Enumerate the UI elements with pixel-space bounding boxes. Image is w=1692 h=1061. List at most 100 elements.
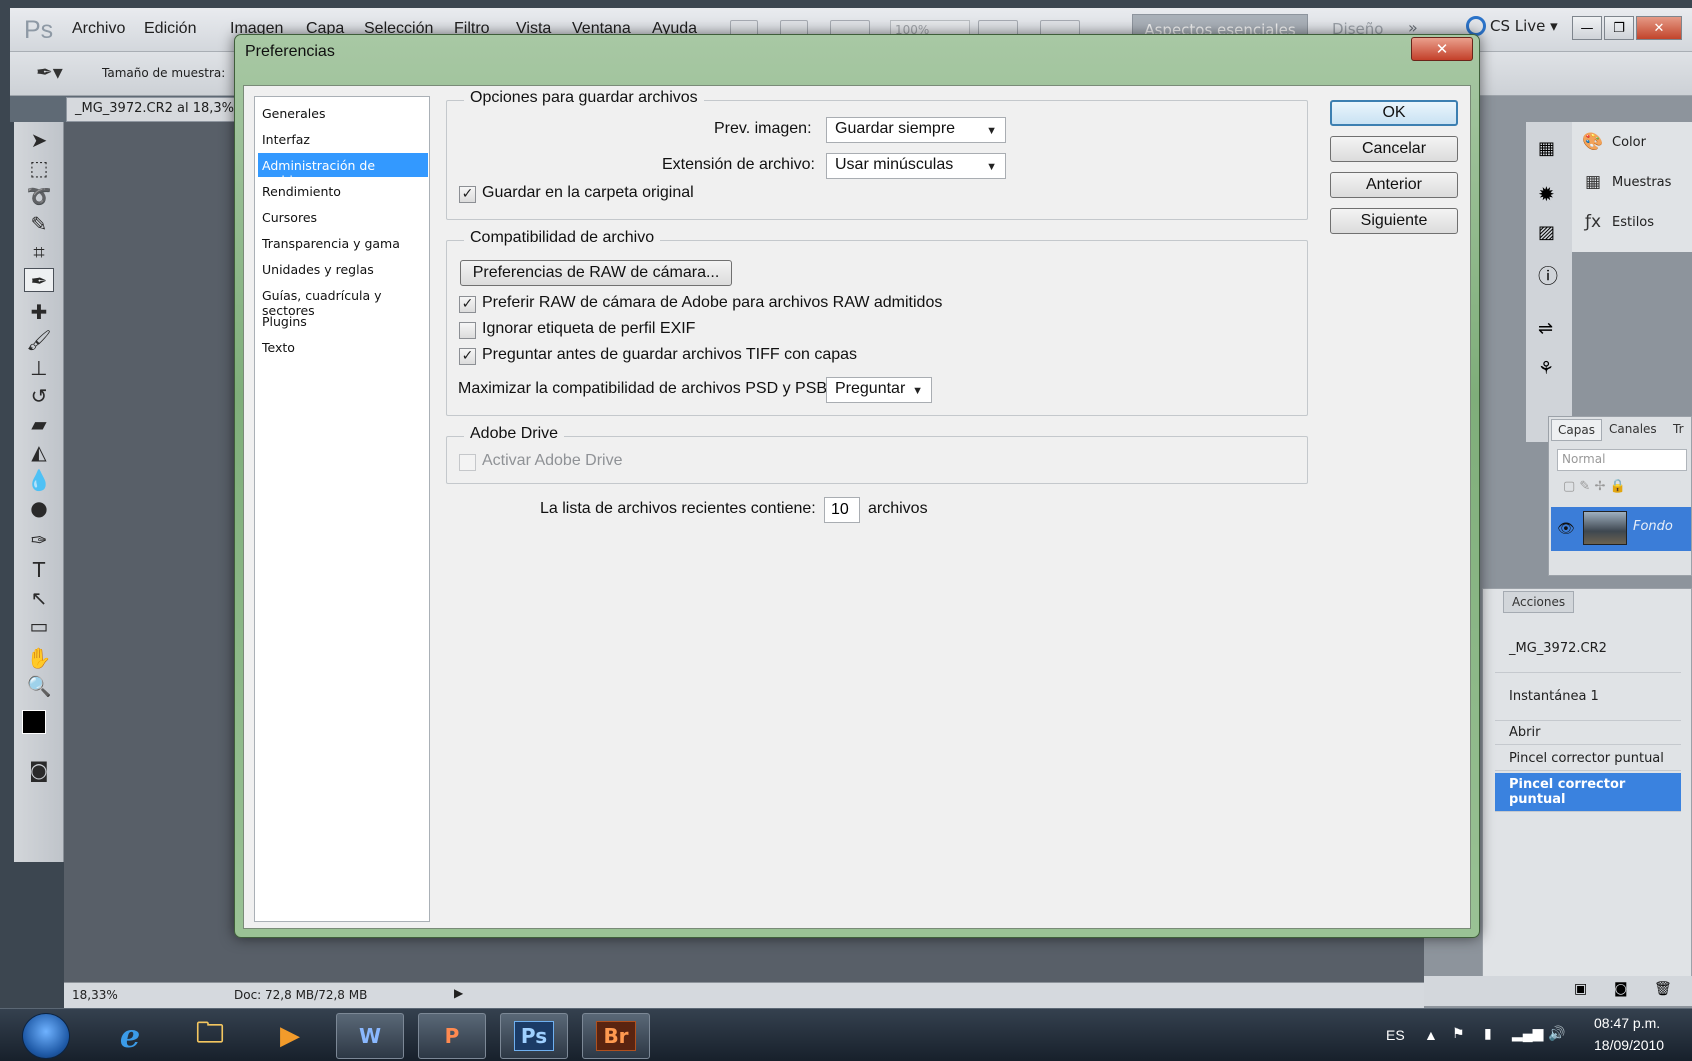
ignore-exif-checkbox[interactable] [459,322,476,339]
document-tab[interactable]: _MG_3972.CR2 al 18,3% [66,97,242,122]
type-tool-icon[interactable]: T [24,558,54,582]
file-explorer-icon[interactable]: 🗀 [176,1013,244,1059]
paint-bucket-tool-icon[interactable]: ◭ [24,440,54,464]
marquee-tool-icon[interactable]: ⬚ [24,156,54,180]
save-original-folder-label[interactable]: Guardar en la carpeta original [482,184,694,202]
styles-panel-item[interactable]: ƒx Estilos [1582,212,1654,232]
status-menu-arrow-icon[interactable]: ▶ [454,986,463,1000]
eyedropper-tool-preset-icon[interactable]: ✒▾ [36,60,63,84]
cs-live-menu[interactable]: CS Live ▾ [1466,16,1558,36]
tab-acciones[interactable]: Acciones [1503,591,1575,613]
category-interfaz[interactable]: Interfaz [258,127,428,151]
close-window-icon[interactable]: ✕ [1636,16,1682,40]
lock-icons[interactable]: ▢ ✎ ✢ 🔒 [1563,479,1626,494]
clone-source-panel-icon[interactable]: ⚘ [1538,358,1554,379]
media-player-icon[interactable]: ▶ [256,1013,324,1059]
pen-tool-icon[interactable]: ✑ [24,528,54,552]
foreground-color-swatch[interactable] [22,710,46,734]
dodge-tool-icon[interactable]: ● [24,496,54,520]
ignore-exif-label[interactable]: Ignorar etiqueta de perfil EXIF [482,320,695,338]
prefer-adobe-raw-label[interactable]: Preferir RAW de cámara de Adobe para arc… [482,294,942,312]
restore-icon[interactable]: ❐ [1604,16,1634,40]
new-document-from-state-icon[interactable]: ▣ [1574,981,1587,997]
history-brush-tool-icon[interactable]: ↺ [24,384,54,408]
network-signal-icon[interactable]: ▂▄▆ [1512,1025,1543,1042]
enable-adobe-drive-checkbox[interactable] [459,454,476,471]
category-rendimiento[interactable]: Rendimiento [258,179,428,203]
category-administracion-archivos[interactable]: Administración de archivos [258,153,428,188]
show-hidden-icons[interactable]: ▲ [1424,1027,1438,1043]
history-step[interactable]: Pincel corrector puntual [1495,747,1681,771]
language-indicator[interactable]: ES [1386,1027,1405,1043]
navigator-panel-icon[interactable]: ▨ [1538,222,1555,243]
swatches-panel-item[interactable]: ▦ Muestras [1582,172,1671,192]
brush-presets-panel-icon[interactable]: ⇌ [1538,318,1553,339]
adjustments-panel-icon[interactable]: ✹ [1538,182,1555,206]
file-extension-select[interactable]: Usar minúsculas ▼ [826,153,1006,179]
zoom-tool-icon[interactable]: 🔍 [24,674,54,698]
stamp-tool-icon[interactable]: ⊥ [24,356,54,380]
lasso-tool-icon[interactable]: ➰ [24,184,54,208]
previous-button[interactable]: Anterior [1330,172,1458,198]
eyedropper-tool-icon[interactable]: ✒ [24,268,54,293]
recent-files-count-input[interactable] [824,497,860,523]
menu-archivo[interactable]: Archivo [72,20,125,38]
crop-tool-icon[interactable]: ⌗ [24,240,54,264]
blur-tool-icon[interactable]: 💧 [24,468,54,492]
tab-trazados[interactable]: Tr [1667,419,1690,441]
new-snapshot-icon[interactable]: ◙ [1614,981,1628,997]
zoom-percentage[interactable]: 18,33% [72,988,118,1002]
category-cursores[interactable]: Cursores [258,205,428,229]
color-panel-item[interactable]: 🎨 Color [1582,132,1646,152]
category-generales[interactable]: Generales [258,101,428,125]
shape-tool-icon[interactable]: ▭ [24,614,54,638]
hand-tool-icon[interactable]: ✋ [24,646,54,670]
camera-raw-preferences-button[interactable]: Preferencias de RAW de cámara... [460,260,732,286]
minimize-icon[interactable]: — [1572,16,1602,40]
path-selection-tool-icon[interactable]: ↖ [24,586,54,610]
enable-adobe-drive-label[interactable]: Activar Adobe Drive [482,452,623,470]
ok-button[interactable]: OK [1330,100,1458,126]
next-button[interactable]: Siguiente [1330,208,1458,234]
mini-bridge-panel-icon[interactable]: ▦ [1538,138,1555,159]
visibility-eye-icon[interactable]: 👁 [1557,521,1575,537]
quick-mask-icon[interactable]: ◙ [24,758,54,782]
history-snapshot[interactable]: Instantánea 1 [1495,675,1681,721]
maximize-compatibility-select[interactable]: Preguntar ▼ [826,377,932,403]
move-tool-icon[interactable]: ➤ [24,128,54,152]
category-unidades-reglas[interactable]: Unidades y reglas [258,257,428,281]
ask-tiff-layers-checkbox[interactable]: ✓ [459,348,476,365]
menu-edicion[interactable]: Edición [144,20,196,38]
tab-canales[interactable]: Canales [1603,419,1663,441]
brush-tool-icon[interactable]: 🖌 [24,328,54,352]
clock-date[interactable]: 18/09/2010 [1594,1037,1664,1053]
trash-icon[interactable]: 🗑 [1654,981,1672,997]
save-original-folder-checkbox[interactable]: ✓ [459,186,476,203]
category-plugins[interactable]: Plugins [258,309,428,333]
layer-name[interactable]: Fondo [1633,519,1673,534]
cancel-button[interactable]: Cancelar [1330,136,1458,162]
preview-image-select[interactable]: Guardar siempre ▼ [826,117,1006,143]
tab-capas[interactable]: Capas [1551,419,1602,441]
clock-time[interactable]: 08:47 p.m. [1594,1015,1660,1031]
info-panel-icon[interactable]: ⓘ [1538,260,1558,289]
volume-icon[interactable]: 🔊 [1548,1025,1565,1042]
healing-brush-tool-icon[interactable]: ✚ [24,300,54,324]
history-step-selected[interactable]: Pincel corrector puntual [1495,773,1681,812]
category-transparencia-gama[interactable]: Transparencia y gama [258,231,428,255]
ask-tiff-layers-label[interactable]: Preguntar antes de guardar archivos TIFF… [482,346,857,364]
word-taskbar-icon[interactable]: W [336,1013,404,1059]
battery-icon[interactable]: ▮ [1484,1025,1492,1042]
bridge-taskbar-button[interactable]: Br [582,1013,650,1059]
dialog-close-button[interactable]: ✕ [1411,37,1473,61]
blend-mode-select[interactable]: Normal [1557,449,1687,471]
internet-explorer-icon[interactable]: e [96,1013,164,1059]
category-texto[interactable]: Texto [258,335,428,359]
start-button[interactable] [22,1013,70,1059]
category-guias-cuadricula[interactable]: Guías, cuadrícula y sectores [258,283,428,318]
powerpoint-taskbar-icon[interactable]: P [418,1013,486,1059]
history-snapshot[interactable]: _MG_3972.CR2 [1495,627,1681,673]
history-step[interactable]: Abrir [1495,721,1681,745]
prefer-adobe-raw-checkbox[interactable]: ✓ [459,296,476,313]
quick-selection-tool-icon[interactable]: ✎ [24,212,54,236]
